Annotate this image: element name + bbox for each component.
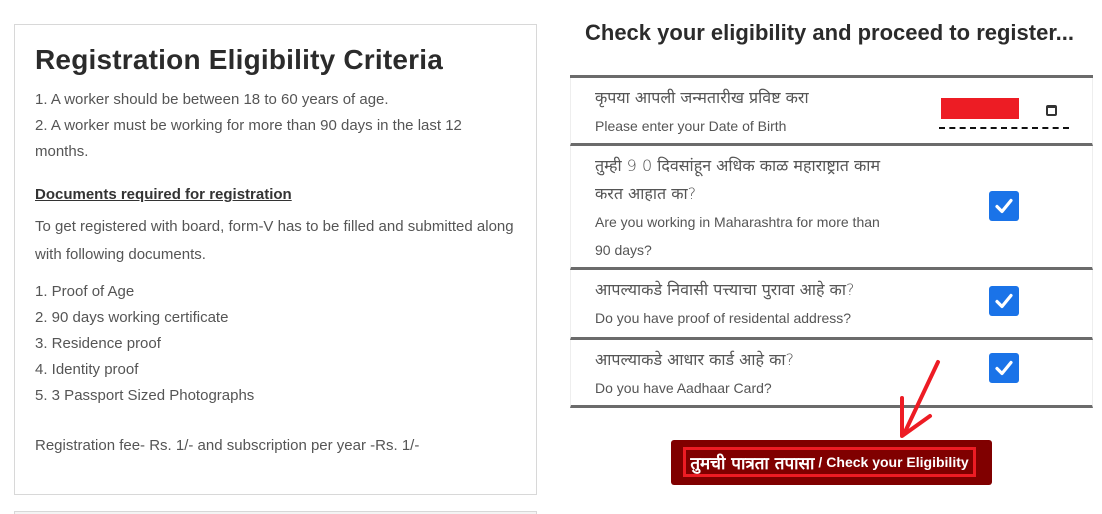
document-item: 5. 3 Passport Sized Photographs xyxy=(35,387,255,404)
question-marathi: आपल्याकडे आधार कार्ड आहे का? xyxy=(595,350,795,369)
eligibility-table: कृपया आपली जन्मतारीख प्रविष्ट करा Please… xyxy=(570,75,1093,408)
registration-fee: Registration fee- Rs. 1/- and subscripti… xyxy=(35,437,420,454)
residence-proof-checkbox[interactable] xyxy=(989,286,1019,316)
calendar-icon[interactable] xyxy=(1046,105,1057,116)
question-english: Do you have Aadhaar Card? xyxy=(595,380,772,396)
input-underline xyxy=(939,127,1069,129)
eligibility-title: Check your eligibility and proceed to re… xyxy=(585,20,1075,45)
question-row-aadhaar: आपल्याकडे आधार कार्ड आहे का? Do you have… xyxy=(570,340,1093,408)
question-english: Please enter your Date of Birth xyxy=(595,118,787,134)
question-marathi: आपल्याकडे निवासी पत्त्याचा पुरावा आहे का… xyxy=(595,280,855,299)
criteria-title: Registration Eligibility Criteria xyxy=(35,44,444,75)
redacted-value xyxy=(941,98,1019,119)
question-english: Do you have proof of residental address? xyxy=(595,310,852,326)
documents-title: Documents required for registration xyxy=(35,186,292,203)
aadhaar-checkbox[interactable] xyxy=(989,353,1019,383)
criteria-item: 1. A worker should be between 18 to 60 y… xyxy=(35,91,389,108)
button-label-english: Check your Eligibility xyxy=(826,454,969,470)
button-separator: / xyxy=(818,454,823,470)
criteria-list: 1. A worker should be between 18 to 60 y… xyxy=(35,87,516,165)
button-highlight-box: तुमची पात्रता तपासा / Check your Eligibi… xyxy=(683,447,976,477)
question-row-working-days: तुम्ही 9 0 दिवसांहून अधिक काळ महाराष्ट्र… xyxy=(570,146,1093,270)
checkmark-icon xyxy=(995,360,1013,376)
annotation-arrow-icon xyxy=(900,360,940,438)
document-item: 3. Residence proof xyxy=(35,335,161,352)
question-english: Are you working in Maharashtra for more … xyxy=(595,214,880,258)
date-of-birth-input[interactable] xyxy=(939,94,1071,130)
criteria-item: 2. A worker must be working for more tha… xyxy=(35,117,462,160)
criteria-panel: Registration Eligibility Criteria 1. A w… xyxy=(14,24,537,495)
question-row-dob: कृपया आपली जन्मतारीख प्रविष्ट करा Please… xyxy=(570,78,1093,146)
document-item: 1. Proof of Age xyxy=(35,283,135,300)
documents-intro: To get registered with board, form-V has… xyxy=(35,218,514,263)
document-item: 4. Identity proof xyxy=(35,361,139,378)
documents-list: 1. Proof of Age 2. 90 days working certi… xyxy=(35,279,516,409)
question-row-residence: आपल्याकडे निवासी पत्त्याचा पुरावा आहे का… xyxy=(570,270,1093,340)
checkmark-icon xyxy=(995,198,1013,214)
checkmark-icon xyxy=(995,293,1013,309)
button-label-marathi: तुमची पात्रता तपासा xyxy=(690,453,815,474)
question-marathi: तुम्ही 9 0 दिवसांहून अधिक काळ महाराष्ट्र… xyxy=(595,156,881,203)
document-item: 2. 90 days working certificate xyxy=(35,309,229,326)
check-eligibility-button[interactable]: तुमची पात्रता तपासा / Check your Eligibi… xyxy=(671,440,992,485)
working-days-checkbox[interactable] xyxy=(989,191,1019,221)
question-marathi: कृपया आपली जन्मतारीख प्रविष्ट करा xyxy=(595,88,809,107)
